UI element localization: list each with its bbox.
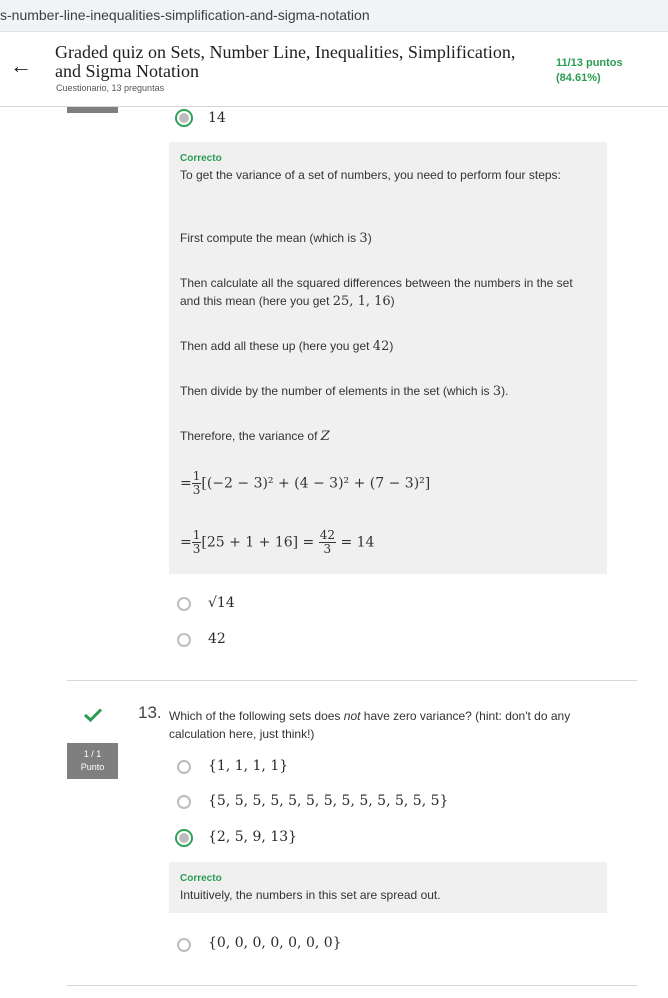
feedback-paragraph: Therefore, the variance of Z [180, 429, 330, 444]
q12-option-radio[interactable] [177, 597, 191, 611]
q13-option-label: {0, 0, 0, 0, 0, 0, 0} [208, 935, 342, 951]
quiz-header: ← Graded quiz on Sets, Number Line, Ineq… [0, 33, 668, 107]
question-divider [67, 985, 637, 986]
q13-option-label: {2, 5, 9, 13} [208, 829, 298, 845]
score-summary: 11/13 puntos (84.61%) [556, 56, 623, 86]
q12-option-label: 42 [208, 631, 226, 647]
variance-formula-2: = 1 3 [25 + 1 + 16] = 42 3 = 14 [180, 528, 375, 556]
question-number: 13. [138, 703, 162, 722]
question-text: Which of the following sets does not hav… [169, 709, 571, 741]
variance-formula-1: = 1 3 [(−2 − 3)² + (4 − 3)² + (7 − 3)²] [180, 469, 431, 497]
address-bar[interactable]: s-number-line-inequalities-simplificatio… [0, 0, 668, 32]
q12-option-radio[interactable] [177, 633, 191, 647]
feedback-status: Correcto [180, 873, 222, 884]
question-divider [67, 680, 637, 681]
back-arrow-icon[interactable]: ← [10, 55, 32, 77]
q13-option-radio[interactable] [177, 760, 191, 774]
quiz-subtitle: Cuestionario, 13 preguntas [56, 83, 165, 93]
feedback-paragraph: Then calculate all the squared differenc… [180, 276, 573, 309]
q13-option-radio-selected[interactable] [175, 829, 193, 847]
url-text[interactable]: s-number-line-inequalities-simplificatio… [0, 7, 370, 23]
feedback-status: Correcto [180, 153, 222, 164]
q13-option-label: {1, 1, 1, 1} [208, 758, 289, 774]
q13-option-radio[interactable] [177, 938, 191, 952]
points-badge: 1 / 1 Punto [67, 743, 118, 779]
q13-feedback-box: Correcto Intuitively, the numbers in thi… [169, 862, 607, 913]
q13-option-radio[interactable] [177, 795, 191, 809]
q12-option-radio-selected[interactable] [175, 109, 193, 127]
checkmark-icon [84, 708, 102, 722]
q12-feedback-box: Correcto To get the variance of a set of… [169, 142, 607, 574]
q12-option-label: √14 [208, 595, 235, 611]
q13-option-label: {5, 5, 5, 5, 5, 5, 5, 5, 5, 5, 5, 5, 5} [208, 793, 449, 809]
feedback-paragraph: Then add all these up (here you get 42) [180, 339, 394, 354]
feedback-paragraph: To get the variance of a set of numbers,… [180, 168, 561, 182]
points-badge-partial [67, 107, 118, 113]
feedback-paragraph: Intuitively, the numbers in this set are… [180, 888, 441, 902]
score-percent: (84.61%) [556, 72, 601, 84]
feedback-paragraph: First compute the mean (which is 3) [180, 231, 372, 246]
feedback-paragraph: Then divide by the number of elements in… [180, 384, 509, 399]
q12-option-label: 14 [208, 110, 226, 126]
page-title: Graded quiz on Sets, Number Line, Inequa… [55, 42, 516, 81]
score-points: 11/13 puntos [556, 57, 623, 69]
